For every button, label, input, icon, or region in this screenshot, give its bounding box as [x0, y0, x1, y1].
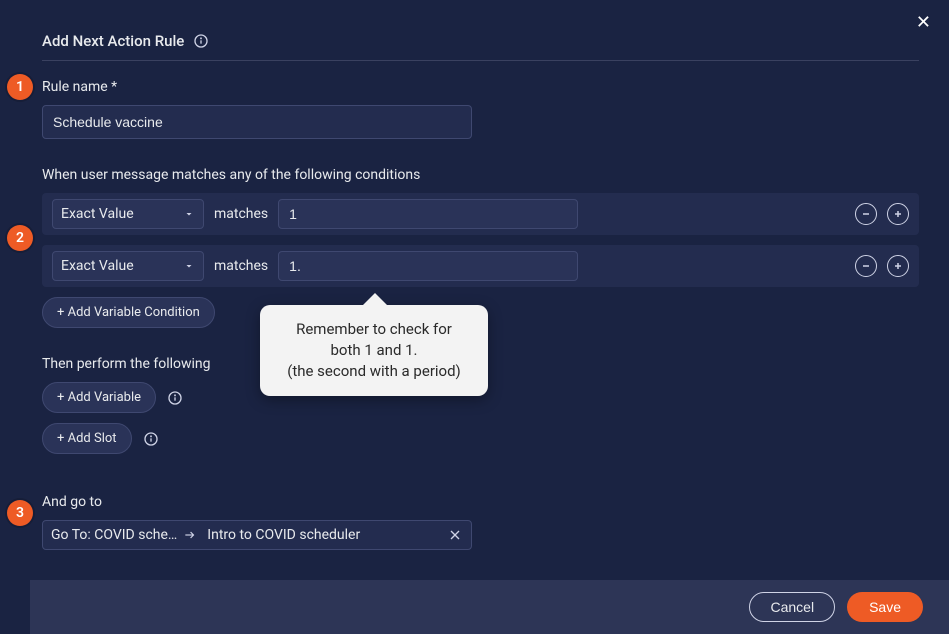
rule-name-input[interactable] — [42, 105, 472, 139]
condition-value-input[interactable] — [278, 199, 578, 229]
cancel-button[interactable]: Cancel — [749, 592, 835, 622]
condition-row: Exact Value matches — [42, 245, 919, 287]
chevron-down-icon — [183, 260, 195, 272]
goto-row[interactable]: Go To: COVID sche… Intro to COVID schedu… — [42, 520, 472, 550]
step-badge-1: 1 — [7, 74, 33, 100]
dialog-header: Add Next Action Rule — [42, 14, 919, 61]
goto-target: Intro to COVID scheduler — [207, 527, 437, 543]
add-variable-condition-button[interactable]: + Add Variable Condition — [42, 297, 215, 328]
dialog-title: Add Next Action Rule — [42, 32, 184, 50]
hint-tooltip: Remember to check for both 1 and 1. (the… — [260, 305, 488, 396]
remove-condition-button[interactable] — [855, 203, 877, 225]
conditions-header: When user message matches any of the fol… — [42, 167, 919, 183]
dialog-panel: ✕ Add Next Action Rule Rule name * When … — [30, 0, 949, 634]
goto-section: And go to Go To: COVID sche… Intro to CO… — [42, 494, 919, 550]
condition-joiner: matches — [214, 258, 268, 274]
add-condition-button[interactable] — [887, 203, 909, 225]
add-variable-button[interactable]: + Add Variable — [42, 382, 156, 413]
close-icon[interactable]: ✕ — [916, 12, 931, 33]
condition-type-value: Exact Value — [61, 206, 134, 222]
condition-joiner: matches — [214, 206, 268, 222]
dialog-footer: Cancel Save — [30, 580, 949, 634]
save-button[interactable]: Save — [847, 592, 923, 622]
info-icon[interactable] — [142, 430, 160, 448]
tooltip-line: (the second with a period) — [276, 361, 472, 382]
condition-row: Exact Value matches — [42, 193, 919, 235]
rule-name-label: Rule name * — [42, 79, 919, 95]
tooltip-line: Remember to check for — [276, 319, 472, 340]
condition-value-input[interactable] — [278, 251, 578, 281]
arrow-right-icon — [183, 528, 197, 542]
condition-type-select[interactable]: Exact Value — [52, 251, 204, 281]
goto-source-label: Go To: COVID sche… — [51, 527, 177, 543]
rule-name-section: Rule name * — [42, 79, 919, 139]
info-icon[interactable] — [166, 389, 184, 407]
step-badge-3: 3 — [7, 500, 33, 526]
condition-type-value: Exact Value — [61, 258, 134, 274]
step-badge-2: 2 — [7, 225, 33, 251]
info-icon[interactable] — [192, 32, 210, 50]
goto-source: Go To: COVID sche… — [51, 527, 197, 543]
goto-header: And go to — [42, 494, 919, 510]
clear-goto-icon[interactable] — [447, 527, 463, 543]
remove-condition-button[interactable] — [855, 255, 877, 277]
conditions-section: When user message matches any of the fol… — [42, 167, 919, 328]
add-condition-button[interactable] — [887, 255, 909, 277]
add-slot-button[interactable]: + Add Slot — [42, 423, 132, 454]
chevron-down-icon — [183, 208, 195, 220]
tooltip-line: both 1 and 1. — [276, 340, 472, 361]
condition-type-select[interactable]: Exact Value — [52, 199, 204, 229]
